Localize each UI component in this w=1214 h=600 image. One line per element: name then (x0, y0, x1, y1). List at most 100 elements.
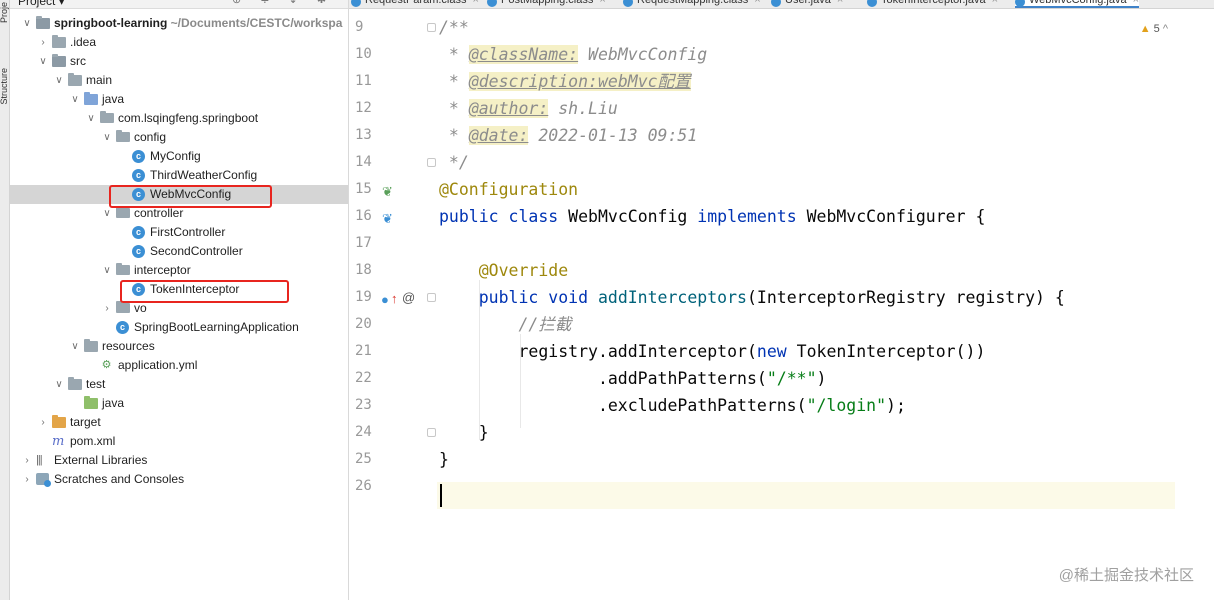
close-icon[interactable]: × (754, 0, 760, 6)
project-panel-header: Project ▾ ⊕ ≑ ⇣ ✱ (10, 0, 348, 9)
class-icon: c (132, 226, 145, 239)
tree-row-scratches-and-consoles[interactable]: › Scratches and Consoles (10, 470, 348, 489)
fold-marker-icon[interactable] (427, 158, 436, 167)
annotation-icon[interactable]: @ (402, 290, 415, 305)
tree-row-secondcontroller[interactable]: c SecondController (10, 242, 348, 261)
tree-row-main[interactable]: ∨ main (10, 71, 348, 90)
chevron-down-icon[interactable]: ∨ (38, 52, 48, 71)
chevron-up-icon[interactable]: ^ (1163, 23, 1168, 35)
fold-marker-icon[interactable] (427, 428, 436, 437)
chevron-right-icon[interactable]: › (22, 470, 32, 489)
project-panel: Project ▾ ⊕ ≑ ⇣ ✱ ∨ springboot-learning ~… (10, 0, 349, 600)
tree-row-java[interactable]: java (10, 394, 348, 413)
module-icon (36, 16, 50, 29)
package-icon (116, 130, 130, 142)
structure-tool-tab[interactable]: Structure (0, 68, 9, 105)
close-icon[interactable]: × (992, 0, 998, 6)
comment-text: /** (439, 18, 469, 37)
tree-row-thirdweatherconfig[interactable]: c ThirdWeatherConfig (10, 166, 348, 185)
chevron-right-icon[interactable]: › (102, 299, 112, 318)
code-editor[interactable]: 9 10 11 12 13 14 15 16 17 18 19 20 21 22 23 24 25 26 ❦ ❦ ● ↑ @… (349, 10, 1214, 600)
close-icon[interactable]: × (599, 0, 605, 6)
fold-marker-icon[interactable] (427, 293, 436, 302)
tab-requestmapping-class[interactable]: RequestMapping.class × (623, 0, 761, 8)
comment-text: sh.Liu (548, 99, 618, 118)
spring-config-icon[interactable]: ❦ (382, 211, 393, 227)
tree-row-config[interactable]: ∨ config (10, 128, 348, 147)
chevron-down-icon[interactable]: ∨ (22, 14, 32, 33)
tree-item-label: test (86, 377, 106, 391)
tree-row-target[interactable]: › target (10, 413, 348, 432)
javadoc-tag: @className: (468, 45, 579, 64)
tree-item-label: FirstController (150, 225, 226, 239)
tree-item-label: main (86, 73, 113, 87)
code-line-23: .excludePathPatterns("/login"); (439, 392, 906, 419)
keyword: public class (439, 207, 559, 226)
tree-row-springboot-learning[interactable]: ∨ springboot-learning ~/Documents/CESTC/w… (10, 14, 348, 33)
chevron-right-icon[interactable]: › (22, 451, 32, 470)
close-icon[interactable]: × (473, 0, 479, 6)
tree-row-resources[interactable]: ∨ resources (10, 337, 348, 356)
class-name: WebMvcConfig (558, 207, 698, 226)
project-view-selector[interactable]: Project ▾ (18, 0, 65, 8)
chevron-down-icon[interactable]: ∨ (54, 71, 64, 90)
highlight-box-tokeninterceptor (120, 280, 289, 303)
tree-row-application-yml[interactable]: ⚙ application.yml (10, 356, 348, 375)
inspection-widget[interactable]: ▲ 5 ^ (1140, 23, 1168, 35)
project-toolbar-icons[interactable]: ⊕ ≑ ⇣ ✱ (232, 0, 334, 6)
folder-icon (68, 73, 82, 86)
source-folder-icon (84, 92, 98, 105)
line-number: 15 (355, 181, 372, 197)
code-line-9: /** (439, 14, 469, 41)
tree-row-pom-xml[interactable]: m pom.xml (10, 432, 348, 451)
tree-row-test[interactable]: ∨ test (10, 375, 348, 394)
tab-user-java[interactable]: User.java × (771, 0, 843, 8)
override-arrow-icon[interactable]: ↑ (391, 291, 398, 306)
tree-row-com-lsqingfeng-springboot[interactable]: ∨ com.lsqingfeng.springboot (10, 109, 348, 128)
fold-marker-icon[interactable] (427, 23, 436, 32)
excluded-folder-icon (52, 415, 66, 428)
file-type-icon (623, 0, 633, 7)
watermark: @稀土掘金技术社区 (1058, 567, 1194, 584)
line-number: 10 (355, 46, 372, 62)
spring-bean-icon[interactable]: ❦ (382, 184, 393, 200)
package-icon (116, 206, 130, 218)
tab-webmvcconfig-java[interactable]: WebMvcConfig.java × (1015, 0, 1140, 8)
implements-method-icon[interactable]: ● (381, 292, 389, 307)
tree-item-label: SecondController (150, 244, 243, 258)
tree-row-myconfig[interactable]: c MyConfig (10, 147, 348, 166)
folder-icon (52, 35, 66, 48)
tree-row--idea[interactable]: › .idea (10, 33, 348, 52)
chevron-down-icon[interactable]: ∨ (102, 128, 112, 147)
tree-row-external-libraries[interactable]: › ||| External Libraries (10, 451, 348, 470)
close-icon[interactable]: × (837, 0, 843, 6)
yaml-file-icon: ⚙ (101, 359, 112, 371)
tree-row-firstcontroller[interactable]: c FirstController (10, 223, 348, 242)
tree-row-interceptor[interactable]: ∨ interceptor (10, 261, 348, 280)
javadoc-tag: @date: (468, 126, 529, 145)
tree-item-label: java (102, 396, 125, 410)
tree-row-src[interactable]: ∨ src (10, 52, 348, 71)
chevron-down-icon[interactable]: ∨ (102, 261, 112, 280)
chevron-down-icon[interactable]: ∨ (70, 90, 80, 109)
tab-tokeninterceptor-java[interactable]: TokenInterceptor.java × (867, 0, 998, 8)
tree-row-springbootlearningapplication[interactable]: c SpringBootLearningApplication (10, 318, 348, 337)
tree-item-label: SpringBootLearningApplication (134, 320, 299, 334)
tab-label: TokenInterceptor.java (881, 0, 986, 6)
chevron-right-icon[interactable]: › (38, 413, 48, 432)
editor-gutter: 9 10 11 12 13 14 15 16 17 18 19 20 21 22 23 24 25 26 ❦ ❦ ● ↑ @ (349, 10, 437, 600)
chevron-down-icon[interactable]: ∨ (70, 337, 80, 356)
project-tool-tab[interactable]: Proje (0, 2, 9, 23)
code-line-10: * @className: WebMvcConfig (439, 41, 707, 68)
tab-postmapping-class[interactable]: PostMapping.class × (487, 0, 606, 8)
code-line-22: .addPathPatterns("/**") (439, 365, 827, 392)
chevron-down-icon[interactable]: ∨ (54, 375, 64, 394)
chevron-down-icon[interactable]: ∨ (86, 109, 96, 128)
tree-row-java[interactable]: ∨ java (10, 90, 348, 109)
warning-count: 5 (1153, 23, 1160, 35)
line-number: 11 (355, 73, 372, 89)
chevron-right-icon[interactable]: › (38, 33, 48, 52)
code-line-19: public void addInterceptors(InterceptorR… (439, 284, 1065, 311)
tab-requestparam-class[interactable]: RequestParam.class × (351, 0, 479, 8)
close-icon[interactable]: × (1133, 0, 1139, 6)
